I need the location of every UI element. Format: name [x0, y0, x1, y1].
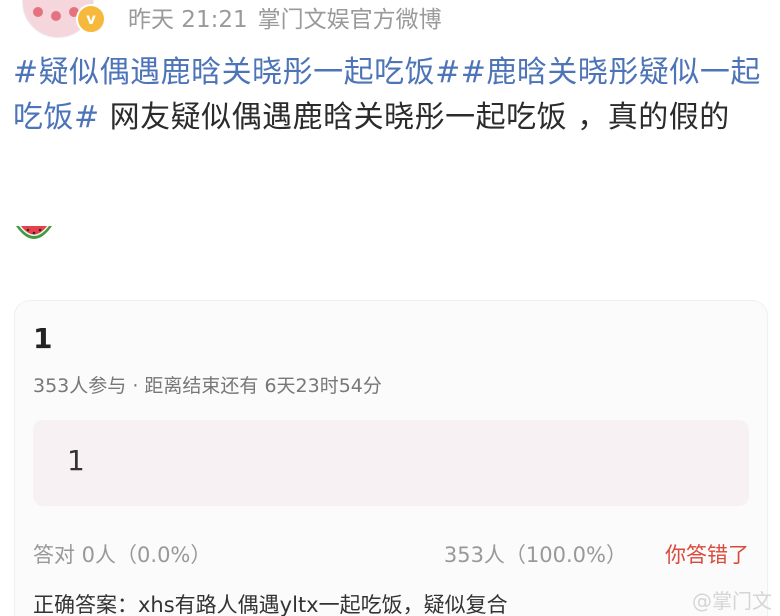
poll-countdown: 距离结束还有 6天23时54分	[144, 375, 382, 397]
post-header: v 昨天 21:21 掌门文娱官方微博	[0, 0, 780, 38]
poll-option[interactable]: 1	[33, 420, 749, 506]
poll-meta: 353人参与 · 距离结束还有 6天23时54分	[33, 371, 382, 398]
poll-participants: 353人参与	[33, 375, 127, 397]
post-time: 昨天 21:21	[128, 7, 248, 33]
weibo-post: v 昨天 21:21 掌门文娱官方微博 #疑似偶遇鹿晗关晓彤一起吃饭##鹿晗关晓彤…	[0, 0, 780, 616]
correct-answer: 正确答案：xhs有路人偶遇yltx一起吃饭，疑似复合	[33, 593, 508, 616]
poll-option-label: 1	[67, 444, 85, 477]
option-count: 353人（100.0%）	[443, 543, 627, 567]
watermelon-icon	[16, 226, 52, 239]
correct-count: 答对 0人（0.0%）	[33, 543, 212, 567]
post-text: #疑似偶遇鹿晗关晓彤一起吃饭##鹿晗关晓彤疑似一起吃饭# 网友疑似偶遇鹿晗关晓彤…	[13, 50, 771, 140]
watermark: @掌门文	[692, 589, 772, 613]
poll-separator: ·	[132, 375, 139, 397]
poll-title: 1	[33, 322, 53, 355]
verified-badge-icon: v	[76, 4, 106, 34]
hashtag-link-1[interactable]: #疑似偶遇鹿晗关晓彤一起吃饭#	[13, 55, 461, 90]
post-meta: 昨天 21:21 掌门文娱官方微博	[128, 0, 452, 34]
post-source[interactable]: 掌门文娱官方微博	[258, 7, 442, 33]
poll-stats: 答对 0人（0.0%） 353人（100.0%） 你答错了	[33, 539, 749, 569]
avatar-decoration	[33, 7, 43, 17]
poll-card: 1 353人参与 · 距离结束还有 6天23时54分 1 答对 0人（0.0%）…	[14, 300, 768, 616]
post-body: 网友疑似偶遇鹿晗关晓彤一起吃饭 ，真的假的	[99, 100, 730, 135]
wrong-answer-status: 你答错了	[665, 543, 749, 567]
